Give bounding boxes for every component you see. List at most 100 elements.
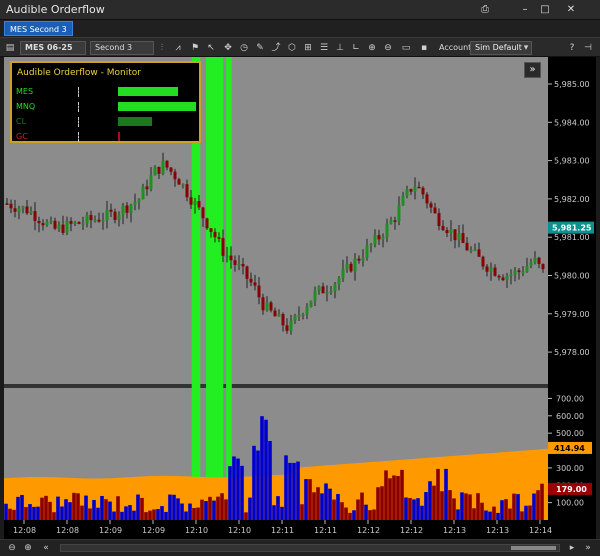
candle-down — [321, 286, 325, 294]
volume-bar-sell — [340, 502, 344, 520]
candle-down — [177, 179, 181, 185]
crosshair-icon[interactable]: ✥ — [222, 41, 234, 55]
zoom-out-icon-bottom[interactable]: ⊖ — [6, 542, 18, 554]
tab-mes-second-3[interactable]: MES Second 3 — [4, 21, 73, 36]
data-box-icon[interactable]: ☰ — [318, 41, 330, 55]
volume-bar-buy — [272, 505, 276, 520]
candle-up — [305, 306, 309, 315]
zoom-in-icon[interactable]: ⊕ — [366, 41, 378, 55]
pointer-icon[interactable]: ↖ — [205, 41, 217, 55]
axis-icon[interactable]: ⊥ — [334, 41, 346, 55]
highlight-zone — [226, 57, 232, 520]
scroll-left-fast-icon[interactable]: « — [40, 542, 52, 554]
maximize-button[interactable]: □ — [536, 2, 554, 18]
interval-selector[interactable]: Second 3 — [90, 41, 154, 55]
candle-down — [517, 270, 521, 273]
pencil-icon[interactable]: ✎ — [254, 41, 266, 55]
candle-down — [269, 302, 273, 311]
volume-bar-buy — [132, 510, 136, 520]
volume-bar-sell — [392, 475, 396, 520]
volume-bar-buy — [240, 465, 244, 520]
bars-icon[interactable]: ⫶ — [156, 41, 168, 55]
volume-bar-sell — [504, 499, 508, 520]
candle-down — [349, 263, 353, 272]
volume-bar-buy — [120, 511, 124, 520]
orderflow-monitor: Audible Orderflow - Monitor MES MNQ CL GC — [10, 61, 201, 143]
instrument-selector[interactable]: MES 06-25 — [20, 41, 86, 55]
candle-down — [157, 166, 161, 174]
candle-down — [205, 218, 209, 229]
candle-up — [149, 175, 153, 190]
candle-down — [13, 208, 17, 212]
chart-trader-icon[interactable]: ▤ — [4, 41, 16, 55]
zoom-in-icon-bottom[interactable]: ⊕ — [22, 542, 34, 554]
volume-bar-buy — [260, 416, 264, 520]
cube-icon[interactable]: ⬡ — [286, 41, 298, 55]
candle-up — [225, 255, 229, 258]
candle-down — [541, 263, 545, 270]
scrollbar-thumb[interactable] — [511, 546, 556, 550]
price-scale-icon[interactable]: ⊞ — [302, 41, 314, 55]
volume-bar-sell — [88, 508, 92, 520]
volume-bar-buy — [296, 461, 300, 520]
volume-bar-sell — [104, 499, 108, 520]
volume-bar-buy — [188, 503, 192, 520]
volume-bar-buy — [56, 496, 60, 520]
candle-up — [521, 271, 525, 274]
candle-down — [441, 226, 445, 231]
indicators-icon[interactable]: ⩘ — [172, 41, 184, 55]
close-button[interactable]: ✕ — [562, 2, 580, 18]
candle-down — [217, 237, 221, 239]
time-tick-label: 12:10 — [185, 526, 208, 535]
candle-down — [461, 233, 465, 243]
volume-bar-sell — [468, 494, 472, 520]
zoom-out-icon[interactable]: ⊖ — [382, 41, 394, 55]
candle-down — [201, 207, 205, 219]
chevron-down-icon[interactable]: ▾ — [520, 41, 532, 55]
monitor-row-label: CL — [16, 117, 27, 126]
clock-icon[interactable]: ◷ — [238, 41, 250, 55]
horizontal-scrollbar[interactable] — [60, 544, 560, 552]
volume-bar-buy — [16, 496, 20, 520]
volume-bar-buy — [484, 510, 488, 520]
volume-bar-buy — [232, 456, 236, 520]
volume-bar-buy — [124, 506, 128, 520]
strategies-icon[interactable]: ⚑ — [189, 41, 201, 55]
candle-up — [297, 314, 301, 317]
volume-bar-buy — [68, 502, 72, 520]
properties-icon[interactable]: ▭ — [400, 41, 412, 55]
save-icon[interactable]: ▪ — [418, 41, 430, 55]
volume-bar-sell — [440, 491, 444, 520]
minimize-button[interactable]: – — [516, 2, 534, 18]
monitor-row-bar-fill — [118, 87, 178, 96]
monitor-row-marker — [78, 132, 79, 142]
scale-axis-icon[interactable]: ∟ — [350, 41, 362, 55]
volume-bar-sell — [356, 499, 360, 520]
volume-bar-buy — [416, 498, 420, 520]
candle-up — [121, 205, 125, 215]
time-tick-label: 12:13 — [486, 526, 509, 535]
scroll-right-icon[interactable]: ▸ — [566, 542, 578, 554]
volume-bar-buy — [352, 510, 356, 520]
candle-up — [129, 204, 133, 213]
panel-separator[interactable] — [4, 384, 548, 388]
monitor-row-label: MES — [16, 87, 34, 96]
scroll-right-fast-icon[interactable]: » — [582, 542, 594, 554]
drawing-tools-icon[interactable]: ⤴ — [270, 41, 282, 55]
volume-bar-buy — [328, 488, 332, 520]
expand-panel-icon[interactable]: » — [524, 62, 541, 78]
volume-bar-sell — [344, 507, 348, 520]
volume-bar-buy — [304, 479, 308, 520]
candle-down — [33, 211, 37, 222]
time-tick-label: 12:12 — [357, 526, 380, 535]
candle-down — [197, 201, 201, 208]
volume-bar-buy — [172, 494, 176, 520]
snapshot-icon[interactable]: ⎙ — [476, 2, 494, 18]
pin-icon[interactable]: ⊣ — [582, 41, 594, 55]
volume-bar-buy — [136, 494, 140, 520]
volume-bar-buy — [324, 483, 328, 520]
candle-down — [89, 215, 93, 221]
volume-bar-buy — [500, 500, 504, 520]
help-icon[interactable]: ? — [566, 41, 578, 55]
candle-down — [485, 266, 489, 272]
